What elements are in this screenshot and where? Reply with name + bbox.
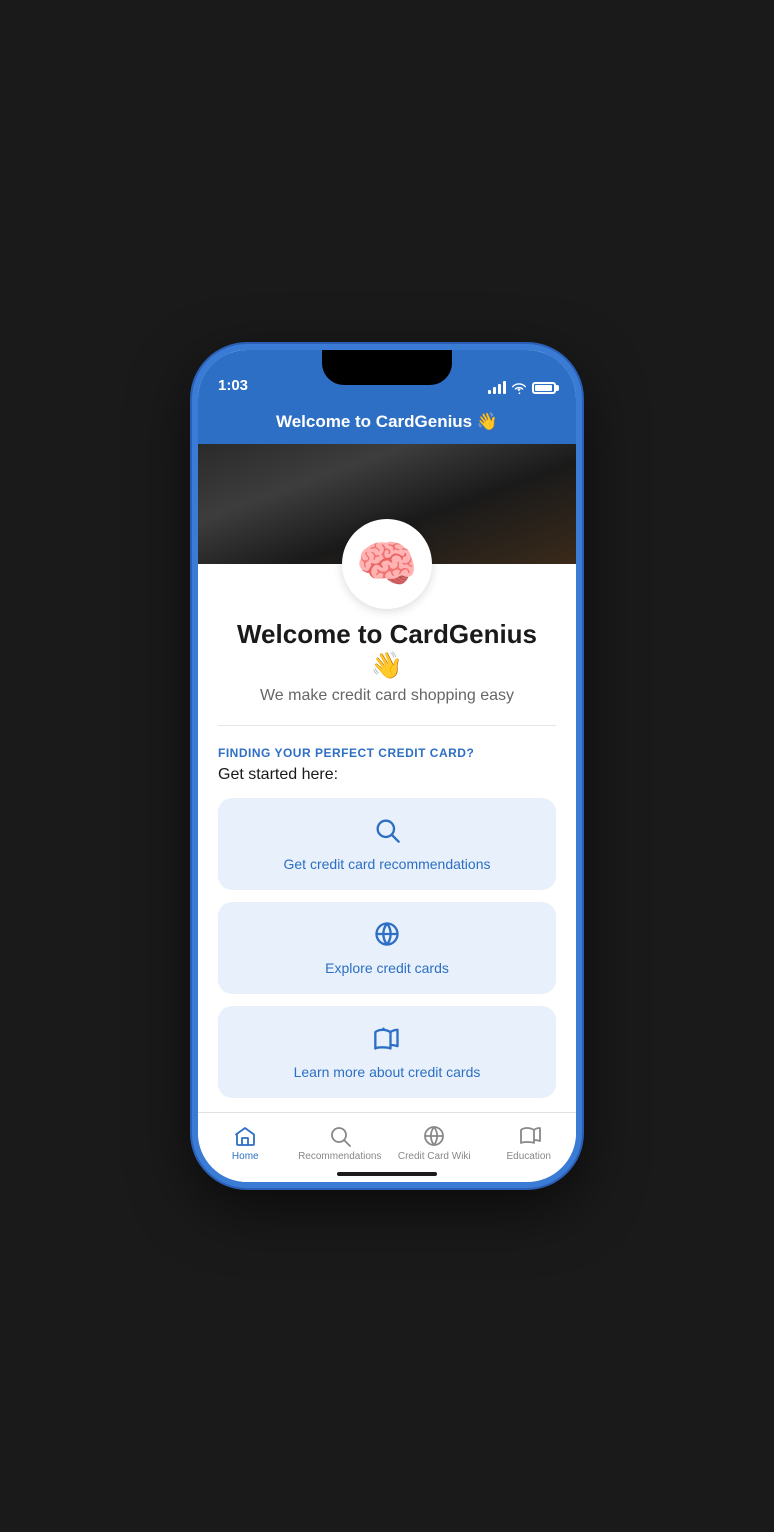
home-indicator <box>337 1172 437 1176</box>
welcome-subtitle: We make credit card shopping easy <box>218 687 556 705</box>
notch <box>322 350 452 385</box>
book-icon <box>373 1024 401 1056</box>
credit-card-wiki-nav-icon <box>422 1124 446 1148</box>
nav-item-home[interactable]: Home <box>198 1124 293 1162</box>
status-time: 1:03 <box>218 377 248 394</box>
battery-icon <box>532 382 556 394</box>
search-icon <box>373 816 401 848</box>
finding-section: FINDING YOUR PERFECT CREDIT CARD? Get st… <box>218 726 556 1112</box>
home-icon <box>233 1124 257 1148</box>
recommendations-label: Get credit card recommendations <box>284 856 491 872</box>
app-logo: 🧠 <box>342 519 432 609</box>
education-nav-icon <box>517 1124 541 1148</box>
nav-home-label: Home <box>232 1151 259 1162</box>
nav-education-label: Education <box>507 1151 551 1162</box>
learn-label: Learn more about credit cards <box>294 1064 481 1080</box>
explore-label: Explore credit cards <box>325 960 449 976</box>
recommendations-nav-icon <box>328 1124 352 1148</box>
content-scroll[interactable]: 🧠 Welcome to CardGenius 👋 We make credit… <box>198 444 576 1112</box>
finding-intro: Get started here: <box>218 766 556 784</box>
get-recommendations-button[interactable]: Get credit card recommendations <box>218 798 556 890</box>
wifi-icon <box>511 382 527 394</box>
welcome-section: Welcome to CardGenius 👋 We make credit c… <box>218 619 556 726</box>
app-header: Welcome to CardGenius 👋 <box>198 400 576 444</box>
explore-cards-button[interactable]: Explore credit cards <box>218 902 556 994</box>
learn-more-button[interactable]: Learn more about credit cards <box>218 1006 556 1098</box>
app-header-title: Welcome to CardGenius 👋 <box>276 412 498 432</box>
nav-recommendations-label: Recommendations <box>298 1151 381 1162</box>
signal-icon <box>488 381 506 394</box>
hero-image: 🧠 <box>198 444 576 564</box>
nav-wiki-label: Credit Card Wiki <box>398 1151 471 1162</box>
main-content: Welcome to CardGenius 👋 We make credit c… <box>198 564 576 1112</box>
nav-item-recommendations[interactable]: Recommendations <box>293 1124 388 1162</box>
welcome-title: Welcome to CardGenius 👋 <box>218 619 556 681</box>
nav-item-education[interactable]: Education <box>482 1124 577 1162</box>
globe-icon <box>373 920 401 952</box>
phone-frame: 1:03 Welcome to CardGenius 👋 <box>192 344 582 1188</box>
status-icons <box>488 381 556 394</box>
finding-label: FINDING YOUR PERFECT CREDIT CARD? <box>218 746 556 760</box>
nav-item-credit-card-wiki[interactable]: Credit Card Wiki <box>387 1124 482 1162</box>
